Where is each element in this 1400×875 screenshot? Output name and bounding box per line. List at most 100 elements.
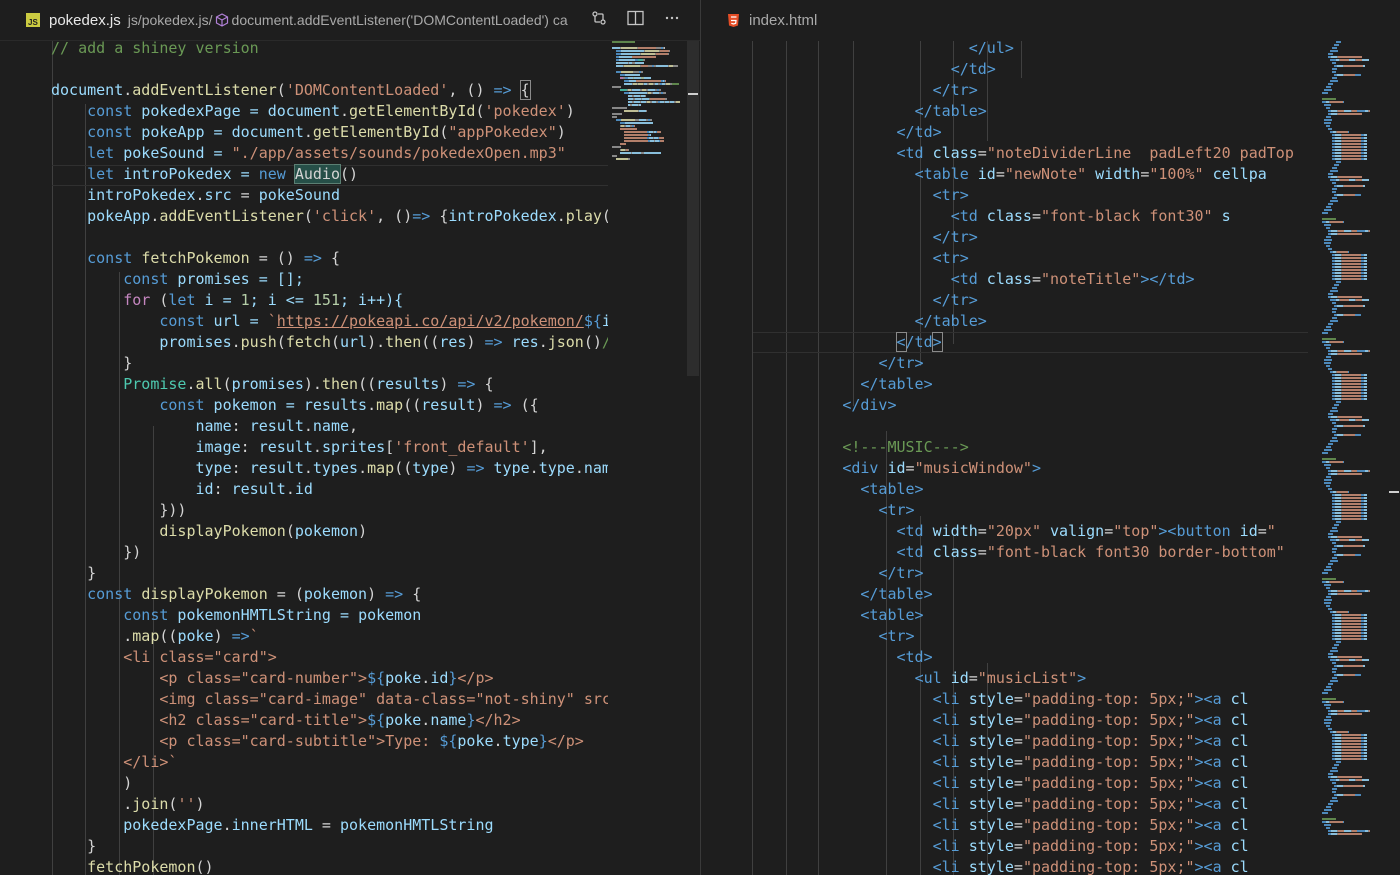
tab-index-html[interactable]: index.html [749,12,817,29]
tab-pokedex-js[interactable]: pokedex.js [49,12,121,29]
js-code-line[interactable]: })) [51,500,608,521]
html-code-line[interactable]: <li style="padding-top: 5px;"><a cl [752,773,1308,794]
js-code-line[interactable]: const pokemonHMTLString = pokemon [51,605,608,626]
pokedex-js-editor[interactable]: // add a shiney version document.addEven… [0,41,700,875]
html-code-line[interactable]: <td width="20px" valign="top"><button id… [752,521,1308,542]
html-code-line[interactable]: </table> [752,101,1308,122]
js-code-line[interactable]: type: result.types.map((type) => type.ty… [51,458,609,479]
js-code-line[interactable]: <h2 class="card-title">${poke.name}</h2> [51,710,608,731]
js-code-line[interactable]: document.addEventListener('DOMContentLoa… [51,80,608,101]
html-code-line[interactable]: <table> [752,479,1308,500]
html-code-line[interactable]: </tr> [752,563,1308,584]
js-code-line[interactable]: Promise.all(promises).then((results) => … [51,374,608,395]
html-code-line[interactable]: <li style="padding-top: 5px;"><a cl [752,815,1308,836]
js-code-line[interactable]: <img class="card-image" data-class="not-… [51,689,608,710]
minimap-row [1312,116,1388,118]
js-code-line[interactable]: for (let i = 1; i <= 151; i++){ [51,290,608,311]
html-code-line[interactable]: <td class="noteDividerLine padLeft20 pad… [752,143,1308,164]
html-code-line[interactable]: </tr> [752,353,1308,374]
html-code-line[interactable]: <td class="font-black font30" s [752,206,1308,227]
js-code-line[interactable]: let introPokedex = new Audio() [51,164,608,185]
js-code-line[interactable]: const pokedexPage = document.getElementB… [51,101,608,122]
html-code-line[interactable]: </table> [752,584,1308,605]
html-code-line[interactable]: </td> [752,332,1308,353]
index-html-editor[interactable]: </ul> </td> </tr> </table> </td> <td cla… [701,41,1400,875]
html-code-line[interactable]: </tr> [752,290,1308,311]
html-code-line[interactable]: <!---MUSIC---> [752,437,1308,458]
js-code-line[interactable]: <li class="card"> [51,647,608,668]
html-code-line[interactable]: <tr> [752,185,1308,206]
html-code-line[interactable]: <tr> [752,500,1308,521]
js-code-line[interactable]: }) [51,542,608,563]
html-code-line[interactable]: <li style="padding-top: 5px;"><a cl [752,836,1308,857]
js-code-area[interactable]: // add a shiney version document.addEven… [0,41,608,875]
js-code-line[interactable]: pokedexPage.innerHTML = pokemonHMTLStrin… [51,815,608,836]
js-code-line[interactable]: } [51,836,608,857]
html-code-line[interactable]: </td> [752,122,1308,143]
html-code-line[interactable]: </table> [752,311,1308,332]
html-code-line[interactable]: <tr> [752,248,1308,269]
js-code-line[interactable]: const url = `https://pokeapi.co/api/v2/p… [51,311,608,332]
breadcrumb-path[interactable]: js/pokedex.js/ [128,12,213,28]
js-code-line[interactable]: displayPokemon(pokemon) [51,521,608,542]
js-code-line[interactable]: const pokemon = results.map((result) => … [51,395,608,416]
code-token: introPokedex [448,207,557,225]
js-code-line[interactable]: fetchPokemon() [51,857,608,875]
html-code-line[interactable]: </ul> [752,41,1308,59]
js-code-line[interactable]: const pokeApp = document.getElementById(… [51,122,608,143]
breadcrumb-symbol[interactable]: document.addEventListener('DOMContentLoa… [232,12,568,28]
js-code-line[interactable] [51,227,608,248]
right-minimap[interactable] [1312,41,1388,875]
html-code-line[interactable]: </td> [752,59,1308,80]
html-code-line[interactable]: <li style="padding-top: 5px;"><a cl [752,794,1308,815]
html-code-line[interactable]: <td> [752,647,1308,668]
js-code-line[interactable]: } [51,563,608,584]
code-token: "padding-top: 5px;" [1022,795,1195,813]
js-code-line[interactable]: .join('') [51,794,608,815]
html-code-line[interactable]: </tr> [752,227,1308,248]
html-code-line[interactable]: <div id="musicWindow"> [752,458,1308,479]
html-code-line[interactable]: <ul id="musicList"> [752,668,1308,689]
js-code-line[interactable]: <p class="card-subtitle">Type: ${poke.ty… [51,731,608,752]
js-code-line[interactable]: <p class="card-number">${poke.id}</p> [51,668,608,689]
html-code-line[interactable]: <td class="font-black font30 border-bott… [752,542,1308,563]
js-code-line[interactable]: ) [51,773,608,794]
js-code-line[interactable]: const promises = []; [51,269,608,290]
js-code-line[interactable]: pokeApp. addEventListener('click', ()=> {… [51,206,608,227]
compare-changes-icon[interactable] [591,10,607,30]
js-code-line[interactable]: </li>` [51,752,608,773]
js-code-line[interactable]: promises.push(fetch(url).then((res) => r… [51,332,608,353]
html-code-line[interactable]: </tr> [752,80,1308,101]
js-code-line[interactable]: name: result.name, [51,416,608,437]
js-code-line[interactable]: // add a shiney version [51,41,608,59]
js-code-line[interactable]: introPokedex.src = pokeSound [51,185,608,206]
js-code-line[interactable]: id: result.id [51,479,608,500]
js-code-line[interactable] [51,59,608,80]
html-code-line[interactable]: </table> [752,374,1308,395]
html-code-line[interactable]: <li style="padding-top: 5px;"><a cl [752,857,1308,875]
html-code-line[interactable] [752,416,1308,437]
minimap-row [1312,569,1388,571]
left-minimap[interactable] [612,41,688,875]
left-scrollbar[interactable] [687,41,699,376]
js-code-line[interactable]: const displayPokemon = (pokemon) => { [51,584,608,605]
js-code-line[interactable]: } [51,353,608,374]
minimap-row [1312,557,1388,559]
html-code-line[interactable]: <li style="padding-top: 5px;"><a cl [752,689,1308,710]
js-code-line[interactable]: .map((poke) =>` [51,626,608,647]
html-code-line[interactable]: <tr> [752,626,1308,647]
html-code-line[interactable]: <li style="padding-top: 5px;"><a cl [752,731,1308,752]
html-code-line[interactable]: <li style="padding-top: 5px;"><a cl [752,752,1308,773]
html-code-line[interactable]: <td class="noteTitle"></td> [752,269,1308,290]
split-editor-icon[interactable] [627,10,644,30]
code-token: () [340,165,359,183]
js-code-line[interactable]: image: result.sprites['front_default'], [51,437,608,458]
html-code-line[interactable]: <li style="padding-top: 5px;"><a cl [752,710,1308,731]
more-actions-icon[interactable] [664,10,680,30]
html-code-line[interactable]: <table id="newNote" width="100%" cellpa [752,164,1308,185]
html-code-area[interactable]: </ul> </td> </tr> </table> </td> <td cla… [701,41,1308,875]
js-code-line[interactable]: let pokeSound = "./app/assets/sounds/pok… [51,143,608,164]
html-code-line[interactable]: <table> [752,605,1308,626]
js-code-line[interactable]: const fetchPokemon = () => { [51,248,608,269]
html-code-line[interactable]: </div> [752,395,1308,416]
